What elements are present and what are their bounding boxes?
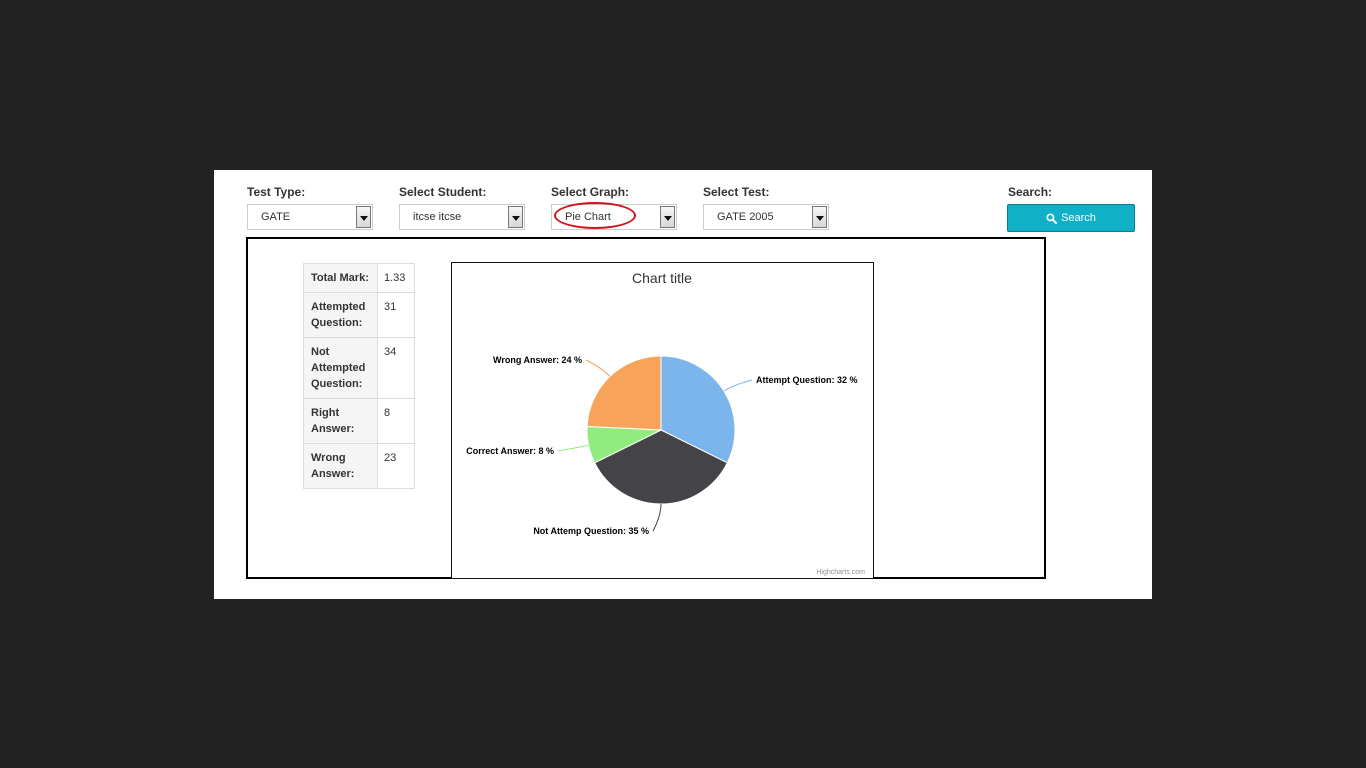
stat-label: Right Answer:: [303, 398, 378, 444]
chart-credits[interactable]: Highcharts.com: [816, 569, 865, 576]
test-type-value: GATE: [261, 211, 291, 223]
graph-label: Select Graph:: [551, 185, 630, 199]
pie-chart-svg: Chart title Attempt Question: 32 % Not At…: [466, 270, 865, 576]
pie-connector: [652, 503, 662, 532]
table-row: Total Mark: 1.33: [303, 263, 415, 293]
table-row: Attempted Question: 31: [303, 292, 415, 338]
stat-value: 31: [377, 292, 415, 338]
pie-connector: [557, 444, 589, 452]
student-filter: Select Student: itcse itcse: [399, 184, 525, 230]
test-label: Select Test:: [703, 185, 770, 199]
stats-table: Total Mark: 1.33 Attempted Question: 31 …: [303, 263, 415, 489]
test-select[interactable]: GATE 2005: [703, 204, 829, 230]
search-filter: Search:: [1008, 184, 1052, 200]
student-label: Select Student:: [399, 185, 487, 199]
student-select[interactable]: itcse itcse: [399, 204, 525, 230]
graph-value: Pie Chart: [565, 211, 611, 223]
table-row: Right Answer: 8: [303, 398, 415, 444]
pie-connector: [723, 379, 753, 392]
pie-slice-label: Not Attemp Question: 35 %: [533, 526, 649, 536]
test-type-filter: Test Type: GATE: [247, 184, 373, 230]
chevron-down-icon[interactable]: [356, 206, 371, 228]
graph-filter: Select Graph: Pie Chart: [551, 184, 677, 230]
pie-chart: Chart title Attempt Question: 32 % Not At…: [451, 262, 874, 579]
pie-slice-label: Wrong Answer: 24 %: [493, 355, 582, 365]
pie-connector: [585, 359, 611, 377]
stat-label: Total Mark:: [303, 263, 378, 293]
test-type-select[interactable]: GATE: [247, 204, 373, 230]
report-panel: Test Type: GATE Select Student: itcse it…: [214, 170, 1152, 599]
chevron-down-icon[interactable]: [508, 206, 523, 228]
stat-label: Wrong Answer:: [303, 443, 378, 489]
stat-value: 8: [377, 398, 415, 444]
pie-slice-label: Attempt Question: 32 %: [756, 375, 858, 385]
result-box: Total Mark: 1.33 Attempted Question: 31 …: [246, 237, 1046, 579]
chevron-down-icon[interactable]: [812, 206, 827, 228]
graph-select[interactable]: Pie Chart: [551, 202, 677, 230]
test-value: GATE 2005: [717, 211, 774, 223]
search-icon: [1046, 212, 1058, 224]
test-type-label: Test Type:: [247, 185, 306, 199]
student-value: itcse itcse: [413, 211, 462, 223]
pie-slice-label: Correct Answer: 8 %: [466, 446, 554, 456]
stat-label: Not Attempted Question:: [303, 337, 378, 399]
table-row: Wrong Answer: 23: [303, 443, 415, 489]
table-row: Not Attempted Question: 34: [303, 337, 415, 399]
test-filter: Select Test: GATE 2005: [703, 184, 829, 230]
search-button-label: Search: [1061, 212, 1096, 224]
search-label: Search:: [1008, 185, 1053, 199]
stat-value: 23: [377, 443, 415, 489]
chart-title: Chart title: [632, 270, 692, 286]
stat-value: 34: [377, 337, 415, 399]
chevron-down-icon[interactable]: [660, 206, 675, 228]
stat-value: 1.33: [377, 263, 415, 293]
search-button[interactable]: Search: [1007, 204, 1135, 232]
stat-label: Attempted Question:: [303, 292, 378, 338]
